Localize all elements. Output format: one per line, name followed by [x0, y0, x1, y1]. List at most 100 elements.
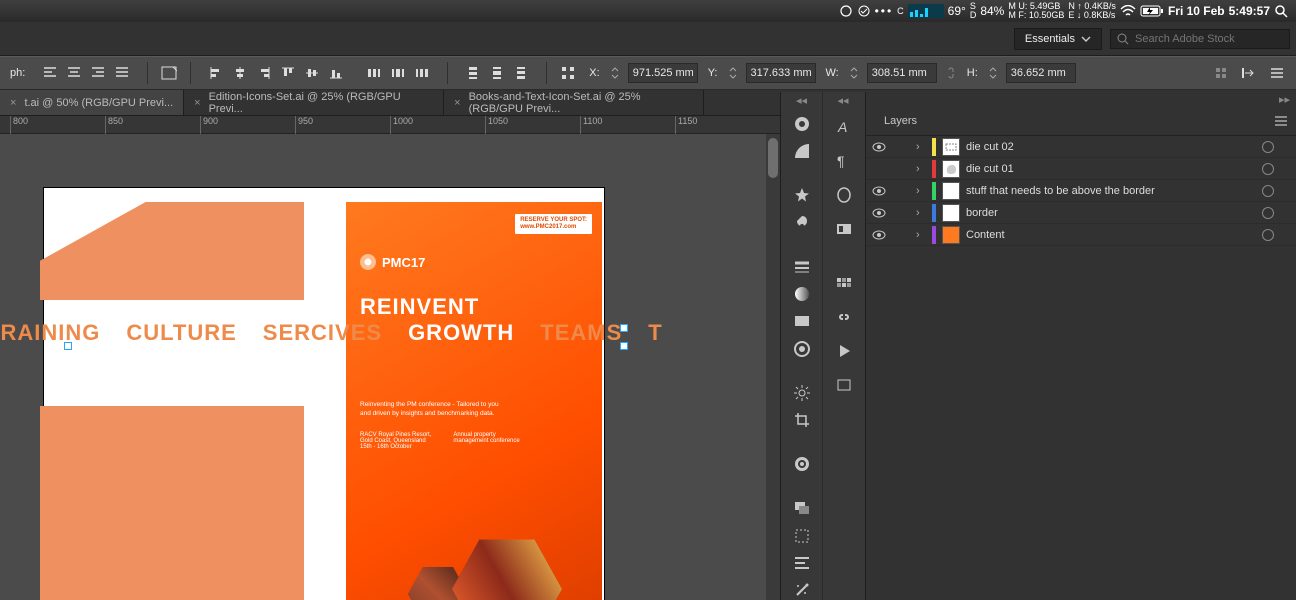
cc-libraries-icon[interactable]	[788, 455, 816, 474]
align-justify-button[interactable]	[111, 62, 133, 84]
align-left-button[interactable]	[39, 62, 61, 84]
symbols-panel-icon[interactable]	[788, 186, 816, 205]
sun-icon[interactable]	[788, 383, 816, 402]
layer-expand-chevron[interactable]: ›	[916, 141, 926, 153]
stroke-panel-icon[interactable]	[788, 257, 816, 276]
layer-visibility-toggle[interactable]	[872, 186, 888, 196]
link-wh-icon[interactable]	[945, 65, 957, 81]
y-value-field[interactable]	[746, 63, 816, 83]
appearance-panel-icon[interactable]	[788, 339, 816, 358]
character-panel-icon[interactable]: A	[830, 114, 858, 140]
layer-name[interactable]: die cut 01	[966, 163, 1256, 175]
transform-panel-button[interactable]	[557, 62, 579, 84]
layers-panel-menu-button[interactable]	[1274, 116, 1296, 126]
layer-visibility-toggle[interactable]	[872, 208, 888, 218]
distribute-h-right-button[interactable]	[411, 62, 433, 84]
canvas[interactable]: RESERVE YOUR SPOT: www.PMC2017.com PMC17…	[0, 134, 766, 600]
workspace-switcher[interactable]: Essentials	[1014, 28, 1102, 50]
layer-row[interactable]: › border	[866, 202, 1296, 224]
distribute-h-center-button[interactable]	[387, 62, 409, 84]
battery-icon[interactable]	[1140, 5, 1164, 17]
gradient-panel-icon[interactable]	[788, 284, 816, 303]
document-tab[interactable]: ×t.ai @ 50% (RGB/GPU Previ...	[0, 90, 184, 115]
swatches-panel-icon[interactable]	[830, 270, 858, 296]
x-value-field[interactable]	[628, 63, 698, 83]
x-stepper-icon[interactable]	[610, 65, 620, 81]
dock-collapse-right[interactable]: ◂◂	[823, 94, 863, 106]
v-align-middle-button[interactable]	[301, 62, 323, 84]
isolate-button[interactable]	[1210, 62, 1232, 84]
distribute-v-center-button[interactable]	[486, 62, 508, 84]
spotlight-icon[interactable]	[1274, 4, 1288, 18]
layer-target-button[interactable]	[1262, 207, 1274, 219]
wand-icon[interactable]	[788, 581, 816, 600]
layer-row[interactable]: › stuff that needs to be above the border	[866, 180, 1296, 202]
layer-name[interactable]: border	[966, 207, 1256, 219]
w-stepper-icon[interactable]	[849, 65, 859, 81]
color-panel-icon[interactable]	[788, 114, 816, 133]
w-value-field[interactable]	[867, 63, 937, 83]
layer-expand-chevron[interactable]: ›	[916, 185, 926, 197]
actions-panel-icon[interactable]	[830, 338, 858, 364]
h-align-left-button[interactable]	[205, 62, 227, 84]
distribute-h-left-button[interactable]	[363, 62, 385, 84]
distribute-v-bottom-button[interactable]	[510, 62, 532, 84]
layer-row[interactable]: › die cut 01	[866, 158, 1296, 180]
align-center-button[interactable]	[63, 62, 85, 84]
h-value-field[interactable]	[1006, 63, 1076, 83]
align-right-button[interactable]	[87, 62, 109, 84]
layer-expand-chevron[interactable]: ›	[916, 207, 926, 219]
artboards-icon[interactable]	[788, 526, 816, 545]
layer-name[interactable]: die cut 02	[966, 141, 1256, 153]
layers-stack-icon[interactable]	[788, 499, 816, 518]
layer-target-button[interactable]	[1262, 141, 1274, 153]
paragraph-panel-icon[interactable]: ¶	[830, 148, 858, 174]
scrollbar-thumb[interactable]	[768, 138, 778, 178]
keywords-text-row[interactable]: TRAININGCULTURESERCIVESGROWTHTEAMST	[0, 320, 616, 346]
h-align-center-button[interactable]	[229, 62, 251, 84]
layer-name[interactable]: Content	[966, 229, 1256, 241]
align-to-button[interactable]	[1238, 62, 1260, 84]
layer-visibility-toggle[interactable]	[872, 142, 888, 152]
v-align-bottom-button[interactable]	[325, 62, 347, 84]
tab-close-icon[interactable]: ×	[10, 97, 16, 109]
distribute-v-top-button[interactable]	[462, 62, 484, 84]
wifi-icon[interactable]	[1120, 5, 1136, 17]
document-tab[interactable]: ×Books-and-Text-Icon-Set.ai @ 25% (RGB/G…	[444, 90, 704, 115]
adobe-stock-search-input[interactable]	[1135, 33, 1283, 45]
tab-close-icon[interactable]: ×	[454, 97, 460, 109]
adobe-stock-search[interactable]	[1110, 29, 1290, 49]
asset-panel-icon[interactable]	[830, 372, 858, 398]
layers-collapse-handle[interactable]: ▸▸	[866, 92, 1296, 106]
tab-close-icon[interactable]: ×	[194, 97, 200, 109]
layer-expand-chevron[interactable]: ›	[916, 229, 926, 241]
opentype-panel-icon[interactable]	[830, 182, 858, 208]
layer-visibility-toggle[interactable]	[872, 230, 888, 240]
glyphs-panel-icon[interactable]	[830, 216, 858, 242]
crop-icon[interactable]	[788, 410, 816, 429]
h-align-right-button[interactable]	[253, 62, 275, 84]
h-stepper-icon[interactable]	[988, 65, 998, 81]
options-menu-button[interactable]	[1266, 62, 1288, 84]
selection-handle[interactable]	[64, 342, 72, 350]
selection-handle[interactable]	[620, 324, 628, 332]
brushes-panel-icon[interactable]	[788, 213, 816, 232]
y-stepper-icon[interactable]	[728, 65, 738, 81]
v-align-top-button[interactable]	[277, 62, 299, 84]
dock-collapse-left[interactable]: ◂◂	[782, 94, 822, 106]
layer-name[interactable]: stuff that needs to be above the border	[966, 185, 1256, 197]
align-panel-icon[interactable]	[788, 553, 816, 572]
layer-expand-chevron[interactable]: ›	[916, 163, 926, 175]
transparency-panel-icon[interactable]	[788, 312, 816, 331]
links-panel-icon[interactable]	[830, 304, 858, 330]
color-guide-icon[interactable]	[788, 141, 816, 160]
area-type-button[interactable]	[158, 62, 180, 84]
layer-target-button[interactable]	[1262, 163, 1274, 175]
layer-row[interactable]: › Content	[866, 224, 1296, 246]
vertical-scrollbar[interactable]	[766, 134, 780, 600]
document-tab[interactable]: ×Edition-Icons-Set.ai @ 25% (RGB/GPU Pre…	[184, 90, 444, 115]
horizontal-ruler[interactable]: 8008509009501000105011001150	[0, 116, 780, 134]
selection-handle[interactable]	[620, 342, 628, 350]
layer-row[interactable]: › die cut 02	[866, 136, 1296, 158]
layer-target-button[interactable]	[1262, 229, 1274, 241]
